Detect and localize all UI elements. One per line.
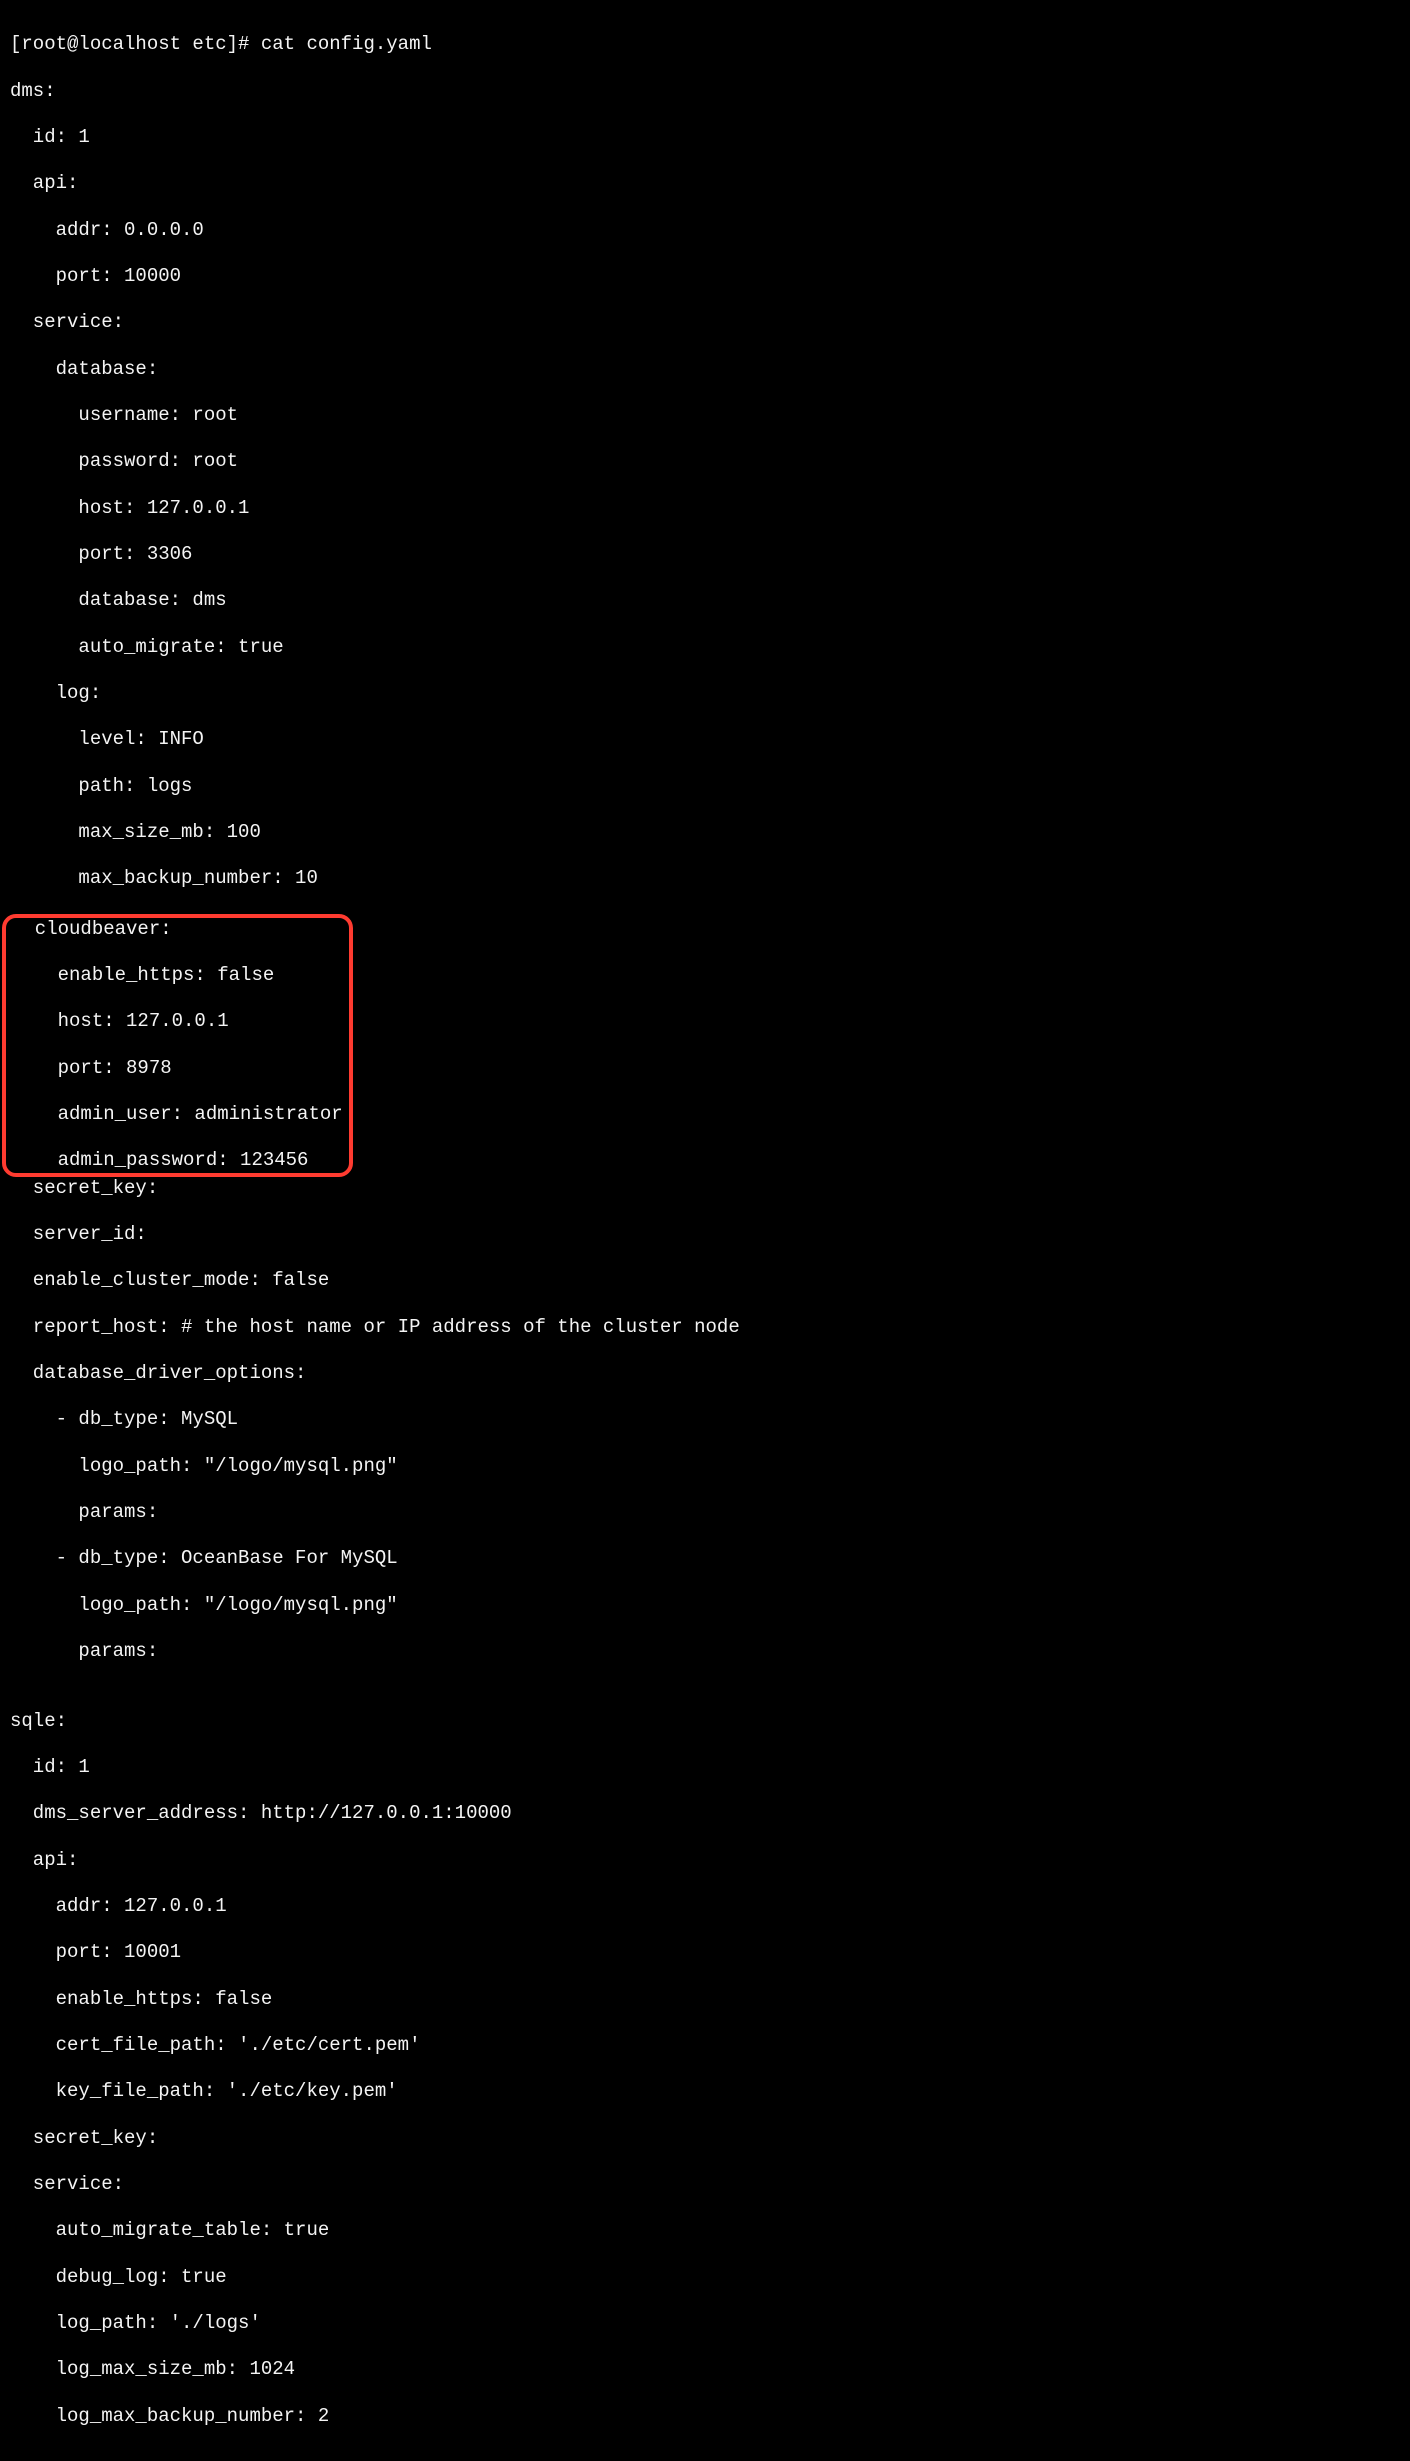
yaml-line: admin_user: administrator <box>12 1103 343 1126</box>
yaml-line: max_size_mb: 100 <box>10 821 1400 844</box>
yaml-line: enable_cluster_mode: false <box>10 1269 1400 1292</box>
yaml-line: secret_key: <box>10 2127 1400 2150</box>
yaml-line: server_id: <box>10 1223 1400 1246</box>
yaml-line: dms: <box>10 80 1400 103</box>
yaml-line: max_backup_number: 10 <box>10 867 1400 890</box>
yaml-line: - db_type: MySQL <box>10 1408 1400 1431</box>
yaml-line: enable_https: false <box>10 1988 1400 2011</box>
yaml-line: database: dms <box>10 589 1400 612</box>
highlighted-cloudbeaver-section: cloudbeaver: enable_https: false host: 1… <box>2 914 353 1177</box>
prompt-line[interactable]: [root@localhost etc]# cat config.yaml <box>10 33 1400 56</box>
yaml-line: id: 1 <box>10 126 1400 149</box>
yaml-line: port: 10000 <box>10 265 1400 288</box>
yaml-line: level: INFO <box>10 728 1400 751</box>
yaml-line: log: <box>10 682 1400 705</box>
yaml-line: password: root <box>10 450 1400 473</box>
yaml-line: params: <box>10 1501 1400 1524</box>
yaml-line: logo_path: "/logo/mysql.png" <box>10 1455 1400 1478</box>
yaml-line: log_max_backup_number: 2 <box>10 2405 1400 2428</box>
yaml-line: sqle: <box>10 1710 1400 1733</box>
yaml-line: database: <box>10 358 1400 381</box>
yaml-line: auto_migrate_table: true <box>10 2219 1400 2242</box>
yaml-line: logo_path: "/logo/mysql.png" <box>10 1594 1400 1617</box>
yaml-line: username: root <box>10 404 1400 427</box>
yaml-line: log_max_size_mb: 1024 <box>10 2358 1400 2381</box>
yaml-line: port: 3306 <box>10 543 1400 566</box>
yaml-line: api: <box>10 1849 1400 1872</box>
yaml-line: - db_type: OceanBase For MySQL <box>10 1547 1400 1570</box>
yaml-line: params: <box>10 1640 1400 1663</box>
yaml-line: path: logs <box>10 775 1400 798</box>
terminal-output: [root@localhost etc]# cat config.yaml dm… <box>0 0 1410 2461</box>
yaml-line: admin_password: 123456 <box>12 1149 343 1172</box>
yaml-line: host: 127.0.0.1 <box>10 497 1400 520</box>
yaml-line: host: 127.0.0.1 <box>12 1010 343 1033</box>
yaml-line: secret_key: <box>10 1177 1400 1200</box>
yaml-line: dms_server_address: http://127.0.0.1:100… <box>10 1802 1400 1825</box>
yaml-line: enable_https: false <box>12 964 343 987</box>
yaml-line: service: <box>10 311 1400 334</box>
yaml-line: debug_log: true <box>10 2266 1400 2289</box>
yaml-line: addr: 127.0.0.1 <box>10 1895 1400 1918</box>
yaml-line: port: 10001 <box>10 1941 1400 1964</box>
yaml-line: key_file_path: './etc/key.pem' <box>10 2080 1400 2103</box>
yaml-line: cert_file_path: './etc/cert.pem' <box>10 2034 1400 2057</box>
yaml-line: report_host: # the host name or IP addre… <box>10 1316 1400 1339</box>
yaml-line: cloudbeaver: <box>12 918 343 941</box>
yaml-line: service: <box>10 2173 1400 2196</box>
yaml-line: log_path: './logs' <box>10 2312 1400 2335</box>
yaml-line: database_driver_options: <box>10 1362 1400 1385</box>
yaml-line: addr: 0.0.0.0 <box>10 219 1400 242</box>
yaml-line: id: 1 <box>10 1756 1400 1779</box>
yaml-line: auto_migrate: true <box>10 636 1400 659</box>
yaml-line: api: <box>10 172 1400 195</box>
yaml-line: port: 8978 <box>12 1057 343 1080</box>
